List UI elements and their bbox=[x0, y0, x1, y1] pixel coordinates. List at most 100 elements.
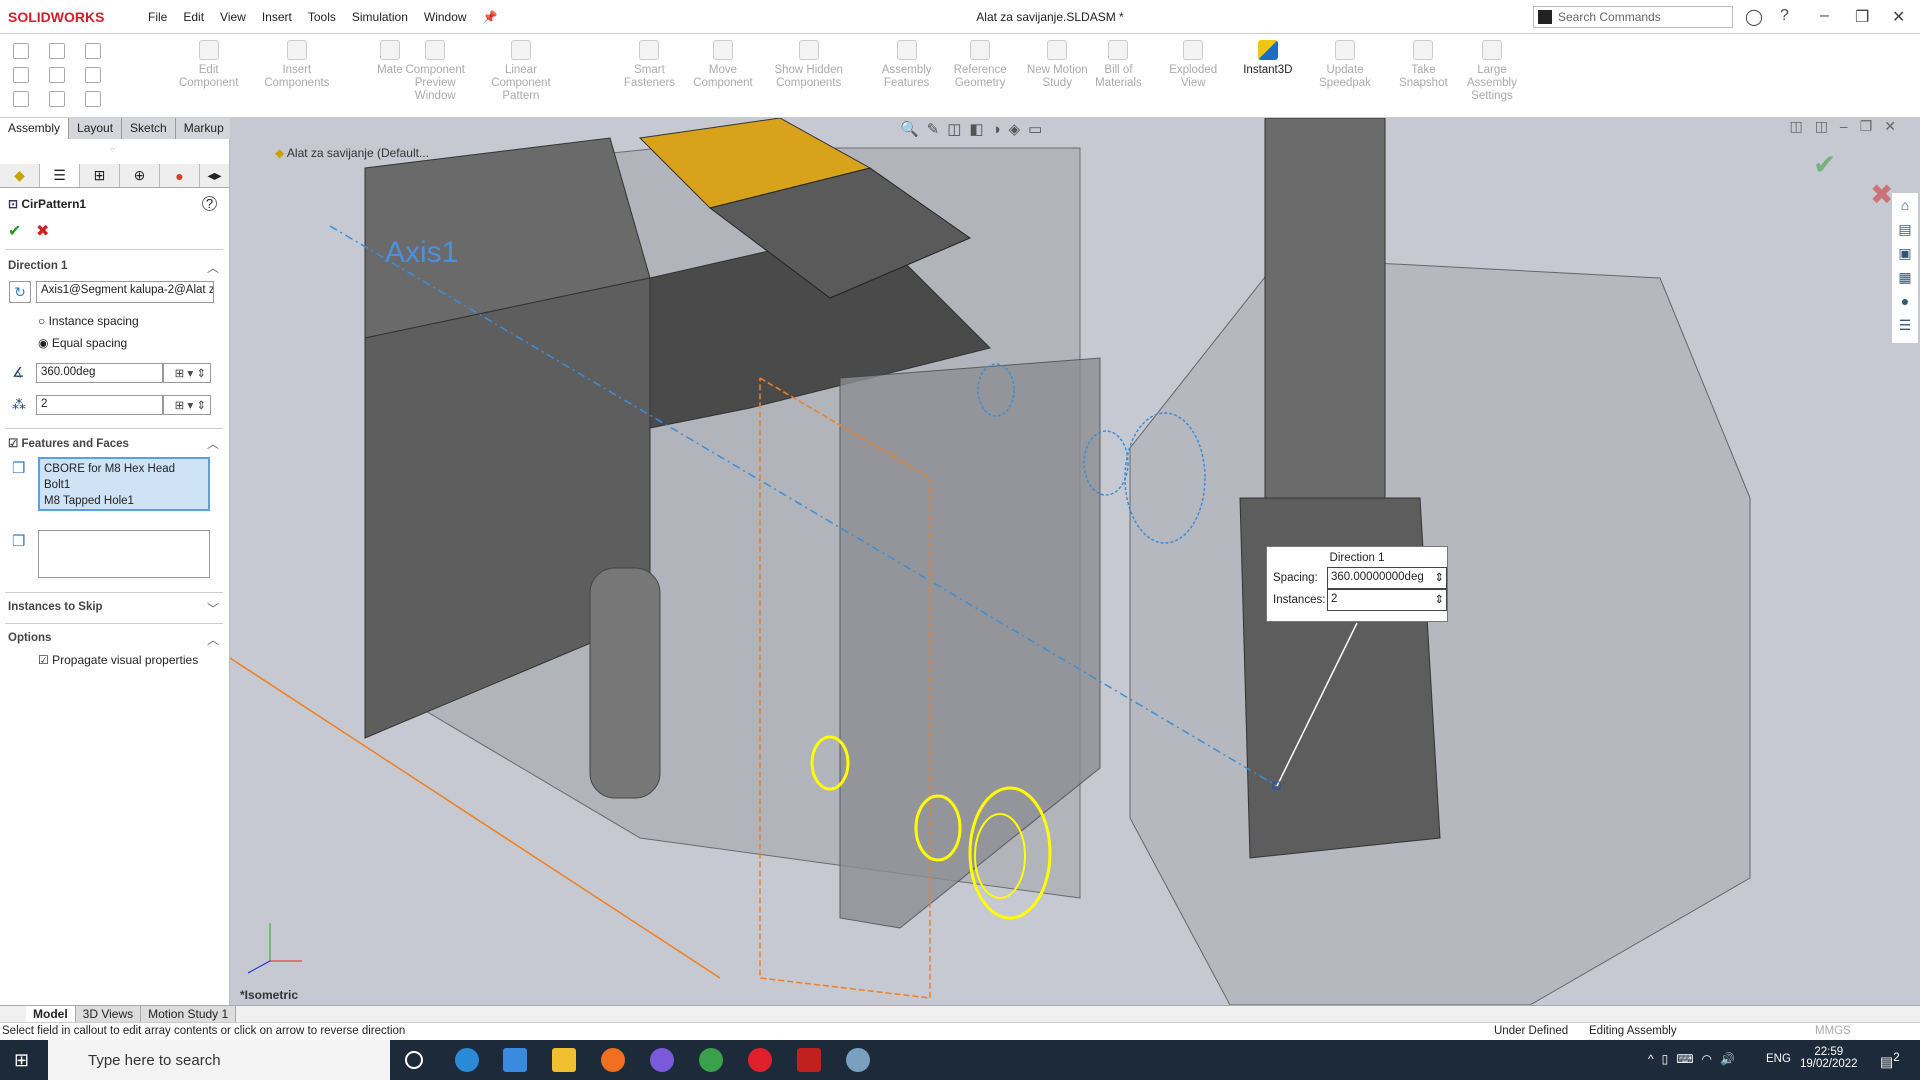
feature-tree-tab[interactable]: ◆ bbox=[0, 164, 40, 187]
tool-move-component[interactable]: Move Component bbox=[688, 40, 758, 90]
save-icon[interactable] bbox=[49, 43, 65, 59]
edge-icon[interactable] bbox=[455, 1048, 479, 1072]
mouse-icon[interactable] bbox=[49, 67, 65, 83]
tool-reference-geometry[interactable]: Reference Geometry bbox=[945, 40, 1015, 90]
dimxpert-tab[interactable]: ⊕ bbox=[120, 164, 160, 187]
pin-icon[interactable]: 📌 bbox=[483, 10, 498, 24]
axis-label[interactable]: Axis1 bbox=[385, 236, 458, 270]
taskbar-search[interactable]: Type here to search bbox=[48, 1040, 390, 1080]
menu-insert[interactable]: Insert bbox=[262, 10, 292, 24]
propagate-checkbox[interactable]: ☑ Propagate visual properties bbox=[38, 653, 198, 667]
help-icon[interactable]: ? bbox=[1780, 7, 1789, 25]
tool-edit-component[interactable]: Edit Component bbox=[174, 40, 244, 90]
tool-large-assembly-settings[interactable]: Large Assembly Settings bbox=[1457, 40, 1527, 103]
tool-component-preview-window[interactable]: Component Preview Window bbox=[400, 40, 470, 103]
configuration-tab[interactable]: ⊞ bbox=[80, 164, 120, 187]
minimize-button[interactable]: – bbox=[1820, 7, 1829, 25]
tool-new-motion-study[interactable]: New Motion Study bbox=[1022, 40, 1092, 90]
solidworks-taskbar-icon[interactable] bbox=[797, 1048, 821, 1072]
list-item[interactable]: M8 Tapped Hole1 bbox=[44, 493, 204, 509]
property-manager-tab[interactable]: ☰ bbox=[40, 164, 80, 187]
close-button[interactable]: ✕ bbox=[1892, 7, 1905, 27]
confirm-corner-cancel-icon[interactable]: ✖ bbox=[1870, 178, 1893, 211]
menu-simulation[interactable]: Simulation bbox=[352, 10, 408, 24]
units-selector[interactable]: MMGS bbox=[1815, 1025, 1851, 1037]
tool-smart-fasteners[interactable]: Smart Fasteners bbox=[614, 40, 684, 90]
spinner-icon[interactable]: ⇕ bbox=[1434, 592, 1444, 606]
menu-view[interactable]: View bbox=[220, 10, 246, 24]
undo-icon[interactable] bbox=[85, 43, 101, 59]
tool-bill-of-materials[interactable]: Bill of Materials bbox=[1083, 40, 1153, 90]
new-icon[interactable] bbox=[13, 67, 29, 83]
restore-button[interactable]: ❐ bbox=[1855, 7, 1869, 27]
cortana-icon[interactable] bbox=[405, 1051, 423, 1069]
clock[interactable]: 22:59 19/02/2022 bbox=[1800, 1046, 1858, 1070]
list-icon[interactable] bbox=[85, 67, 101, 83]
axis-field[interactable]: Axis1@Segment kalupa-2@Alat z bbox=[36, 281, 214, 303]
instances-to-skip-header[interactable]: Instances to Skip bbox=[8, 601, 103, 613]
tab-markup[interactable]: Markup bbox=[175, 118, 233, 139]
direction-section-header[interactable]: Direction 1 bbox=[8, 260, 67, 272]
properties-icon[interactable] bbox=[85, 91, 101, 107]
tool-take-snapshot[interactable]: Take Snapshot bbox=[1388, 40, 1458, 90]
tool-insert-components[interactable]: Insert Components bbox=[262, 40, 332, 90]
confirm-corner-ok-icon[interactable]: ✔ bbox=[1813, 148, 1836, 181]
callout-instances-field[interactable]: 2 ⇕ bbox=[1327, 589, 1447, 611]
chrome-icon[interactable] bbox=[699, 1048, 723, 1072]
menu-window[interactable]: Window bbox=[424, 10, 467, 24]
collapse-icon[interactable]: ︿ bbox=[207, 259, 219, 276]
callout-spacing-field[interactable]: 360.00000000deg ⇕ bbox=[1327, 567, 1447, 589]
bottom-tab-3d-views[interactable]: 3D Views bbox=[75, 1006, 142, 1022]
tool-instant3d[interactable]: Instant3D bbox=[1233, 40, 1303, 77]
file-explorer-icon[interactable] bbox=[552, 1048, 576, 1072]
instances-field[interactable]: 2 bbox=[36, 395, 163, 415]
mail-icon[interactable] bbox=[503, 1048, 527, 1072]
collapse-icon[interactable]: ︿ bbox=[207, 435, 219, 452]
tool-exploded-view[interactable]: Exploded View bbox=[1158, 40, 1228, 90]
equal-spacing-radio[interactable]: ◉ Equal spacing bbox=[38, 336, 127, 350]
heads-up-view-toolbar[interactable]: 🔍✎◫◧◑◈▭ bbox=[900, 120, 1200, 142]
features-list[interactable]: CBORE for M8 Hex Head Bolt1 M8 Tapped Ho… bbox=[38, 457, 210, 511]
spinner-icon[interactable]: ⇕ bbox=[1434, 570, 1444, 584]
expand-icon[interactable]: ﹀ bbox=[207, 600, 219, 617]
tool-show-hidden-components[interactable]: Show Hidden Components bbox=[774, 40, 844, 90]
system-tray-icons[interactable]: ^▯⌨◠🔊 bbox=[1648, 1052, 1743, 1066]
appearance-tab[interactable]: ● bbox=[160, 164, 200, 187]
menu-edit[interactable]: Edit bbox=[183, 10, 204, 24]
tool-update-speedpak[interactable]: Update Speedpak bbox=[1310, 40, 1380, 90]
user-icon[interactable]: ◯ bbox=[1745, 7, 1763, 27]
options-section-header[interactable]: Options bbox=[8, 632, 51, 644]
instance-spacing-radio[interactable]: ○ Instance spacing bbox=[38, 314, 139, 328]
reverse-direction-button[interactable]: ↻ bbox=[9, 281, 31, 303]
tool-assembly-features[interactable]: Assembly Features bbox=[872, 40, 942, 90]
search-commands-input[interactable]: Search Commands bbox=[1533, 6, 1733, 28]
gear-icon[interactable] bbox=[49, 91, 65, 107]
menu-file[interactable]: File bbox=[148, 10, 167, 24]
task-pane[interactable]: ⌂ ▤ ▣ ▦ ● ☰ bbox=[1892, 193, 1918, 343]
collapse-icon[interactable]: ︿ bbox=[207, 631, 219, 648]
bottom-tab-model[interactable]: Model bbox=[26, 1006, 76, 1022]
language-indicator[interactable]: ENG bbox=[1766, 1053, 1791, 1065]
list-item[interactable]: CBORE for M8 Hex Head Bolt1 bbox=[44, 461, 204, 493]
opera-icon[interactable] bbox=[748, 1048, 772, 1072]
home-icon[interactable] bbox=[13, 43, 29, 59]
viewport-window-controls[interactable]: ◫◫–❐✕ bbox=[1789, 118, 1908, 135]
notifications-icon[interactable]: ▤2 bbox=[1880, 1051, 1900, 1071]
angle-spinner[interactable]: ⊞ ▾ ⇕ bbox=[163, 363, 211, 383]
menu-tools[interactable]: Tools bbox=[308, 10, 336, 24]
faces-list[interactable] bbox=[38, 530, 210, 578]
scroll-tabs-button[interactable]: ◂▸ bbox=[200, 164, 230, 187]
tool-linear-component-pattern[interactable]: Linear Component Pattern bbox=[486, 40, 556, 103]
angle-field[interactable]: 360.00deg bbox=[36, 363, 163, 383]
windows-start-icon[interactable]: ⊞ bbox=[14, 1050, 29, 1071]
feature-tree-root[interactable]: ◆ Alat za savijanje (Default... bbox=[275, 146, 429, 160]
viber-icon[interactable] bbox=[650, 1048, 674, 1072]
firefox-icon[interactable] bbox=[601, 1048, 625, 1072]
tab-assembly[interactable]: Assembly bbox=[0, 118, 70, 139]
graphics-area[interactable]: ◆ Alat za savijanje (Default... Axis1 🔍✎… bbox=[230, 118, 1920, 1005]
tab-layout[interactable]: Layout bbox=[69, 118, 123, 139]
features-section-header[interactable]: ☑ Features and Faces bbox=[8, 436, 129, 450]
open-icon[interactable] bbox=[13, 91, 29, 107]
bottom-tab-motion-study-1[interactable]: Motion Study 1 bbox=[141, 1006, 237, 1022]
ok-button[interactable]: ✔ bbox=[8, 221, 21, 241]
